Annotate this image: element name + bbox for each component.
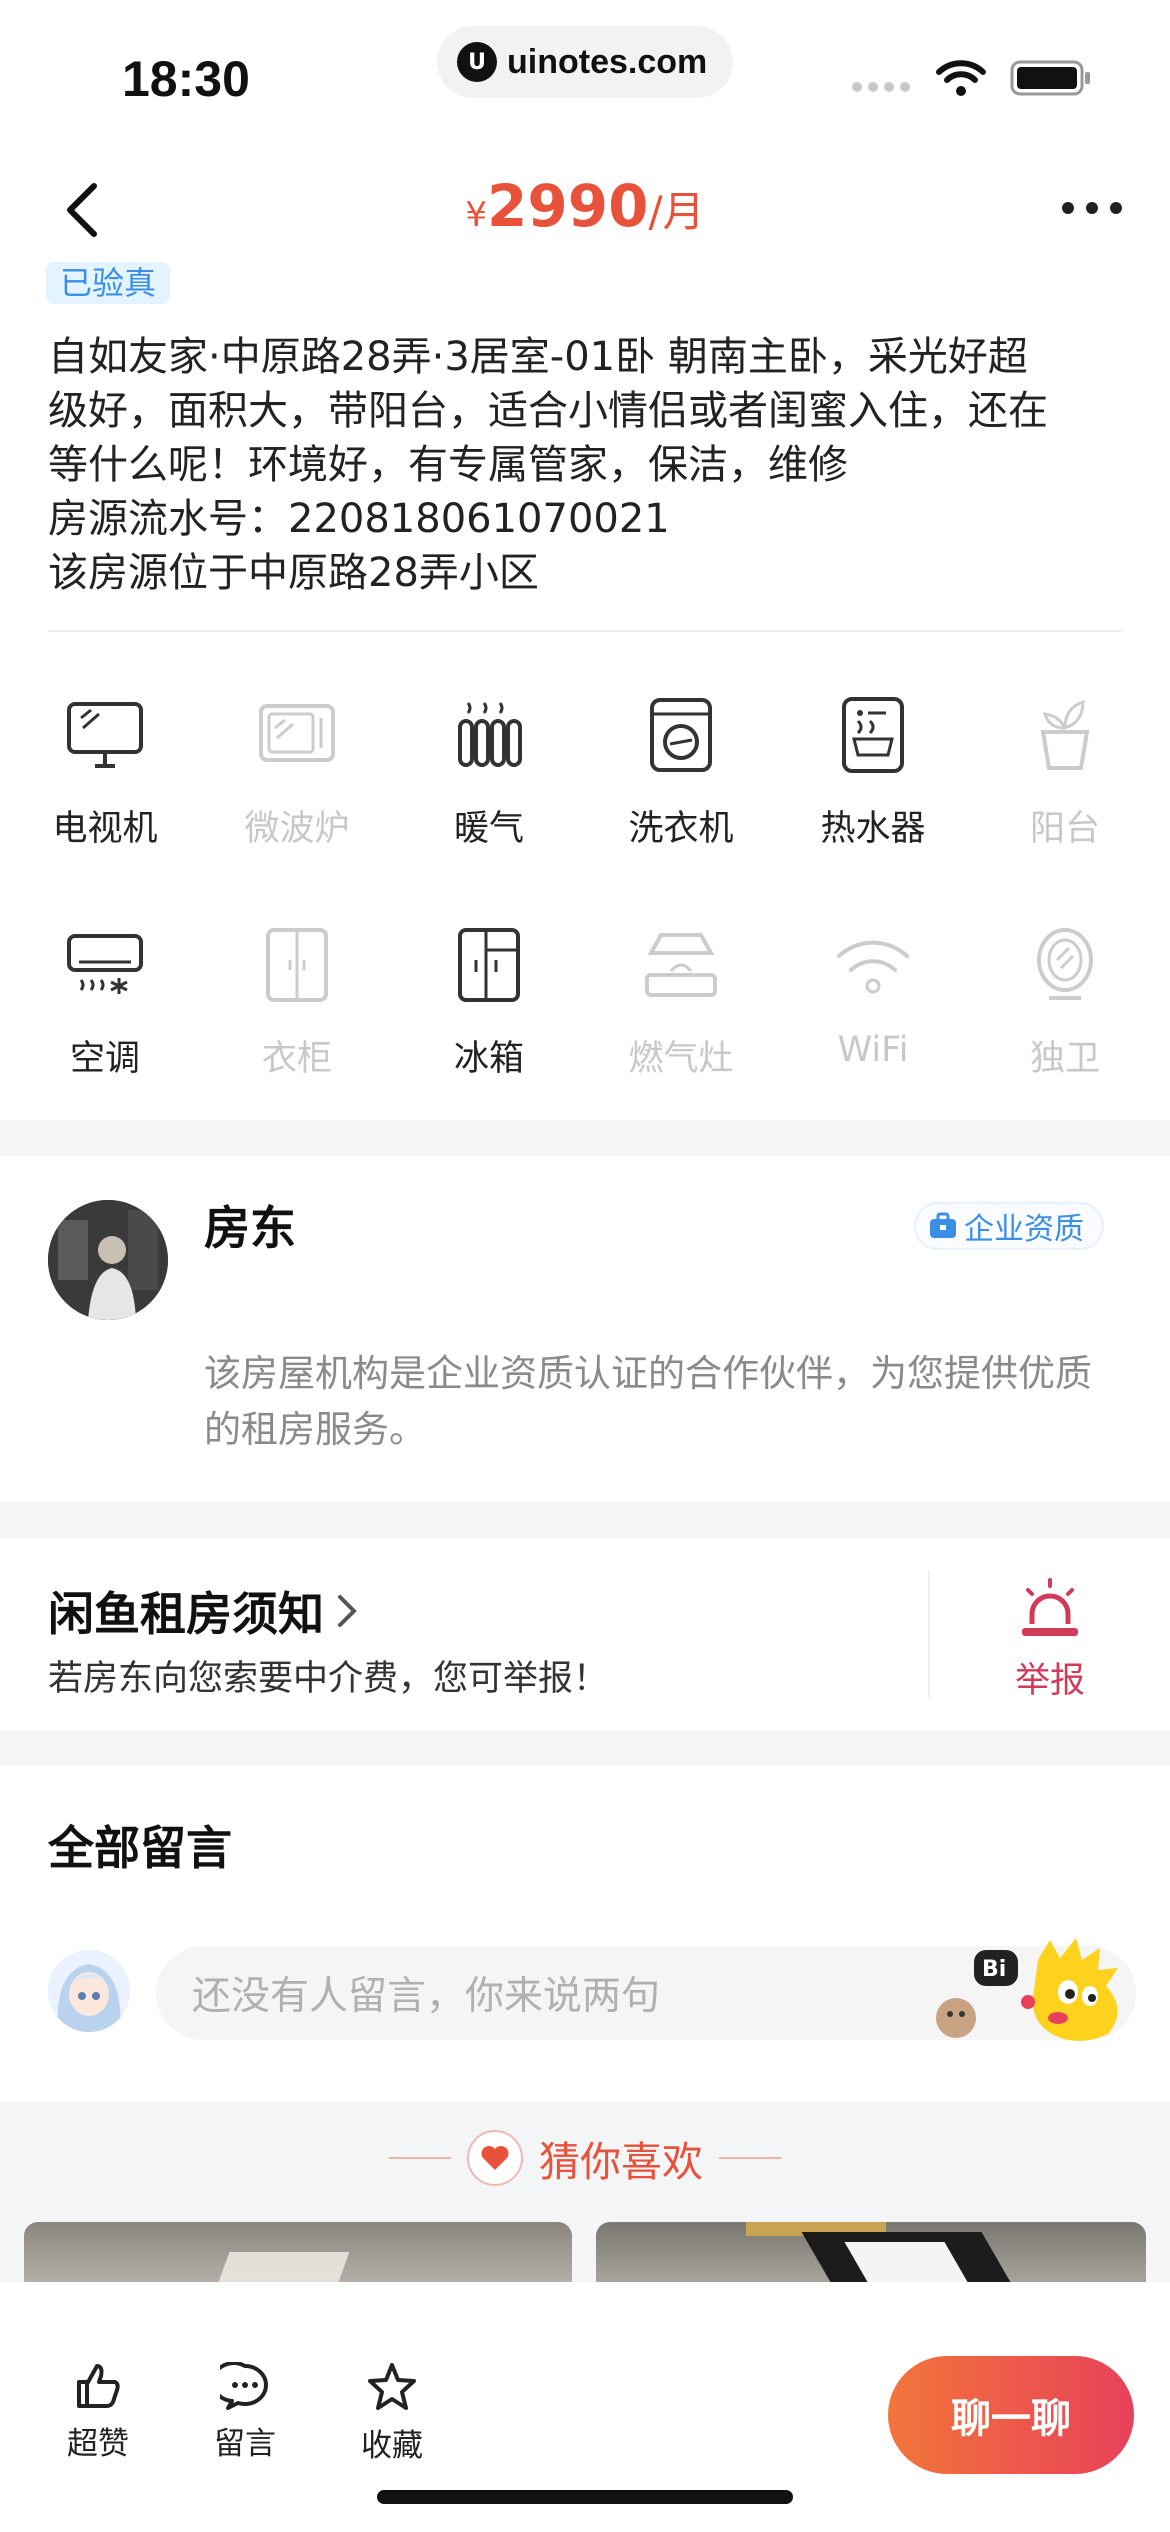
amenity-label: 空调 (69, 1039, 140, 1079)
amenity-label: 洗衣机 (628, 809, 734, 849)
briefcase-icon (930, 1212, 956, 1238)
description-line: 级好，面积大，带阳台，适合小情侣或者闺蜜入住，还在 (48, 388, 1048, 434)
rental-notice-link[interactable]: 闲鱼租房须知 (48, 1578, 360, 1644)
amenity-label: 燃气灶 (628, 1039, 734, 1079)
amenity-washing-machine: 洗衣机 (585, 690, 777, 851)
chevron-right-icon (338, 1595, 357, 1627)
balcony-plant-icon (1040, 699, 1090, 770)
star-icon (368, 2363, 416, 2410)
notice-title: 闲鱼租房须知 (48, 1587, 324, 1641)
wifi-status-icon (936, 60, 986, 96)
amenity-tv: 电视机 (9, 690, 201, 851)
divider (928, 1570, 930, 1698)
bathroom-mirror-icon (1037, 928, 1093, 1000)
description-line: 等什么呢！环境好，有专属管家，保洁，维修 (48, 442, 848, 488)
landlord-avatar[interactable] (48, 1200, 168, 1320)
amenity-label: 阳台 (1029, 809, 1100, 849)
amenity-label: 冰箱 (453, 1039, 524, 1079)
svg-text:Bi: Bi (982, 1957, 1006, 1982)
more-options-icon[interactable] (1062, 202, 1122, 214)
status-time: 18:30 (122, 51, 250, 107)
listing-description: 自如友家·中原路28弄·3居室-01卧 朝南主卧，采光好超 级好，面积大，带阳台… (48, 330, 1128, 600)
amenity-wifi: WiFi (777, 920, 969, 1070)
description-line: 自如友家·中原路28弄·3居室-01卧 朝南主卧，采光好超 (48, 334, 1028, 380)
badge-label: 企业资质 (964, 1212, 1084, 1247)
alarm-siren-icon (1022, 1578, 1078, 1636)
section-separator (0, 1730, 1170, 1766)
url-pill[interactable]: U uinotes.com (437, 26, 733, 98)
amenity-label: 衣柜 (261, 1039, 332, 1079)
heater-icon (458, 702, 522, 767)
favorite-label: 收藏 (361, 2428, 423, 2464)
section-separator (0, 1120, 1170, 1156)
tv-icon (67, 702, 143, 768)
wifi-icon (837, 940, 909, 994)
section-separator (0, 1502, 1170, 1538)
amenity-label: 微波炉 (244, 809, 350, 849)
chat-button[interactable]: 聊一聊 (888, 2356, 1134, 2474)
like-label: 超赞 (67, 2426, 129, 2462)
amenity-heater: 暖气 (393, 690, 585, 851)
home-indicator (377, 2490, 793, 2504)
amenity-wardrobe: 衣柜 (201, 920, 393, 1081)
divider (48, 630, 1122, 632)
amenity-air-conditioner: 空调 (9, 920, 201, 1081)
thumbs-up-icon (77, 2364, 120, 2408)
gas-stove-icon (645, 933, 717, 997)
price-currency: ¥ (465, 195, 488, 235)
landlord-description: 该房屋机构是企业资质认证的合作伙伴，为您提供优质的租房服务。 (204, 1352, 1092, 1451)
recommend-card[interactable] (24, 2222, 572, 2282)
notice-subtitle: 若房东向您索要中介费，您可举报！ (48, 1659, 609, 1699)
listing-location: 该房源位于中原路28弄小区 (48, 550, 539, 596)
enterprise-qualification-badge[interactable]: 企业资质 (914, 1202, 1104, 1250)
battery-icon (1010, 60, 1090, 96)
decorative-line (389, 2157, 451, 2159)
favorite-button[interactable]: 收藏 (342, 2362, 442, 2465)
amenity-label: 暖气 (453, 809, 524, 849)
verified-tag: 已验真 (46, 262, 171, 304)
listing-serial-number: 房源流水号：220818061070021 (48, 496, 670, 542)
site-logo-icon: U (457, 42, 497, 82)
comment-bubble-icon (210, 2361, 268, 2410)
recommend-title: 猜你喜欢 (539, 2138, 703, 2186)
heart-icon (467, 2130, 523, 2186)
amenity-label: 独卫 (1029, 1039, 1100, 1079)
comments-title: 全部留言 (48, 1821, 232, 1875)
decorative-line (719, 2157, 781, 2159)
amenity-balcony: 阳台 (969, 690, 1161, 851)
amenity-fridge: 冰箱 (393, 920, 585, 1081)
water-heater-icon (842, 697, 904, 773)
amenity-label: 热水器 (820, 809, 926, 849)
like-button[interactable]: 超赞 (48, 2362, 148, 2463)
landlord-name: 房东 (204, 1201, 296, 1255)
microwave-icon (259, 704, 335, 762)
amenity-microwave: 微波炉 (201, 690, 393, 851)
url-text: uinotes.com (507, 42, 708, 81)
comment-button[interactable]: 留言 (195, 2361, 295, 2463)
cellular-signal-icon (852, 82, 910, 92)
report-button[interactable]: 举报 (1000, 1578, 1100, 1703)
current-user-avatar (48, 1950, 130, 2032)
fridge-icon (458, 928, 520, 1002)
amenity-label: 电视机 (52, 809, 158, 849)
amenity-private-bathroom: 独卫 (969, 920, 1161, 1081)
air-conditioner-icon (67, 934, 143, 994)
comment-label: 留言 (214, 2426, 276, 2462)
rent-price: ¥2990/月 (0, 172, 1170, 240)
top-nav-bar: ¥2990/月 (0, 150, 1170, 270)
amenity-gas-stove: 燃气灶 (585, 920, 777, 1081)
price-unit: /月 (648, 187, 705, 236)
amenity-water-heater: 热水器 (777, 690, 969, 851)
washing-machine-icon (650, 698, 712, 772)
price-amount: 2990 (487, 172, 649, 240)
recommend-card[interactable] (596, 2222, 1146, 2282)
mascot-sticker-icon: Bi (936, 1938, 1118, 2041)
report-label: 举报 (1014, 1661, 1085, 1701)
recommend-header: 猜你喜欢 (0, 2128, 1170, 2188)
status-bar: 18:30 U uinotes.com (0, 0, 1170, 140)
wardrobe-icon (266, 928, 328, 1002)
amenity-label: WiFi (837, 1030, 909, 1070)
